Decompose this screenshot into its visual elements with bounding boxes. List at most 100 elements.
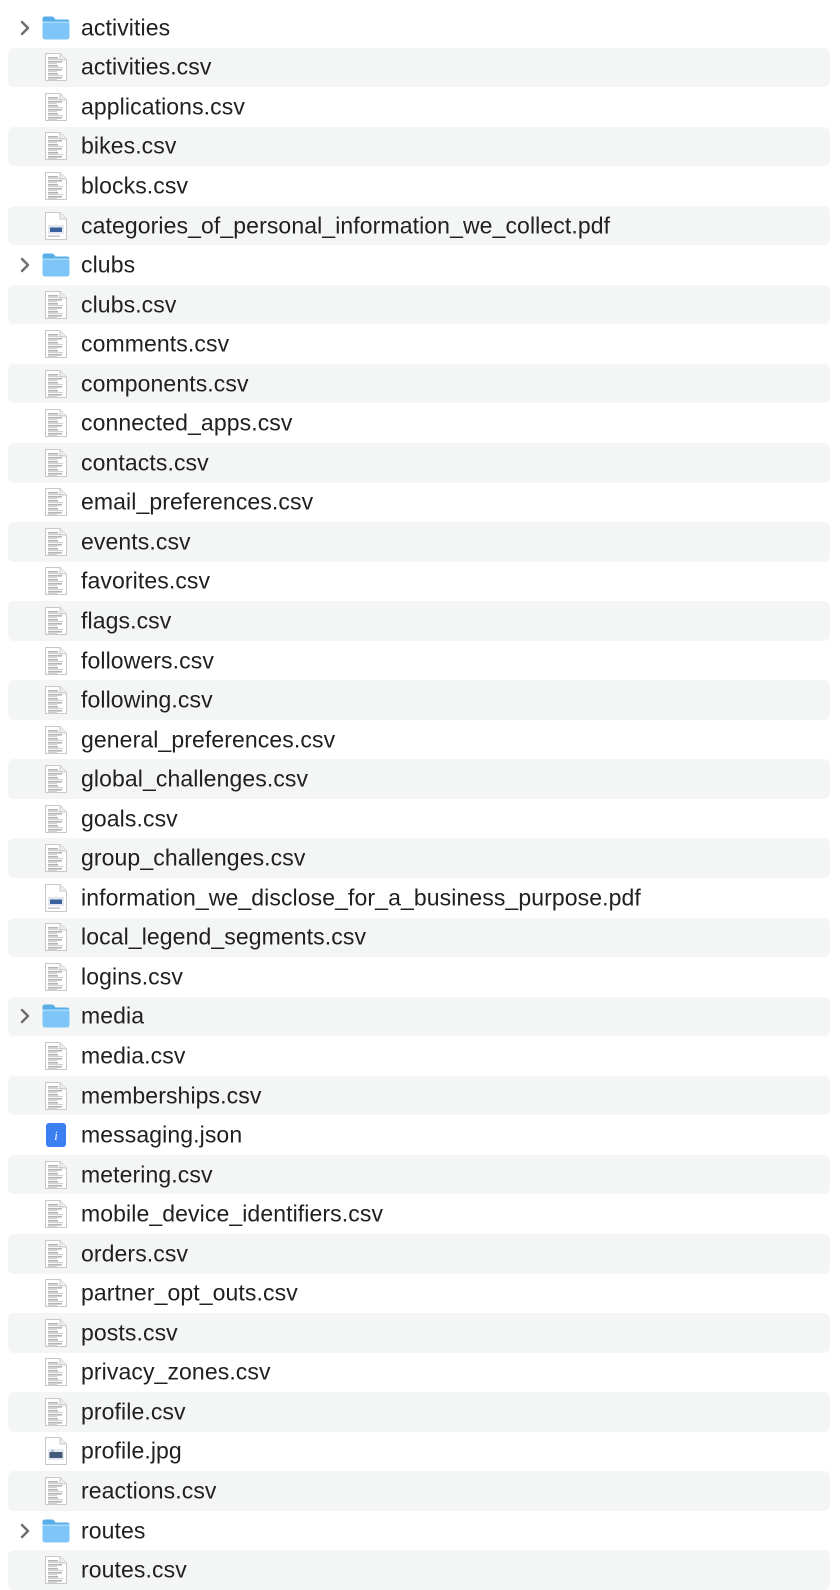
file-name: activities.csv [81, 53, 212, 80]
file-row[interactable]: privacy_zones.csv [8, 1353, 830, 1393]
file-row[interactable]: connected_apps.csv [8, 403, 830, 443]
csv-document-icon [40, 1555, 72, 1585]
csv-document-icon [40, 1476, 72, 1506]
csv-document-icon [40, 1160, 72, 1190]
csv-document-icon [40, 646, 72, 676]
file-row[interactable]: i messaging.json [8, 1115, 830, 1155]
folder-row[interactable]: routes [8, 1511, 830, 1551]
file-name: orders.csv [81, 1240, 189, 1267]
file-row[interactable]: global_challenges.csv [8, 759, 830, 799]
csv-document-icon [40, 131, 72, 161]
folder-row[interactable]: media [8, 996, 830, 1037]
csv-document-icon [40, 606, 72, 636]
file-row[interactable]: profile.jpg [8, 1432, 830, 1472]
file-row[interactable]: events.csv [8, 522, 830, 562]
file-row[interactable]: flags.csv [8, 601, 830, 641]
file-name: memberships.csv [81, 1082, 262, 1109]
file-row[interactable]: profile.csv [8, 1392, 830, 1432]
file-name: contacts.csv [81, 449, 209, 476]
file-name: general_preferences.csv [81, 726, 336, 753]
file-name: metering.csv [81, 1161, 213, 1188]
disclosure-chevron-icon[interactable] [17, 257, 33, 273]
file-row[interactable]: bikes.csv [8, 126, 830, 167]
file-row[interactable]: comments.csv [8, 324, 830, 364]
folder-icon [40, 1001, 72, 1031]
pdf-document-icon [40, 883, 72, 913]
csv-document-icon [40, 1318, 72, 1348]
file-row[interactable]: clubs.csv [8, 284, 830, 325]
file-row[interactable]: logins.csv [8, 957, 830, 997]
file-row[interactable]: followers.csv [8, 641, 830, 681]
file-name: media.csv [81, 1042, 186, 1069]
file-name: followers.csv [81, 647, 214, 674]
file-row[interactable]: local_legend_segments.csv [8, 917, 830, 958]
file-name: routes.csv [81, 1556, 187, 1583]
file-row[interactable]: partner_opt_outs.csv [8, 1274, 830, 1314]
folder-row[interactable]: activities [8, 8, 830, 48]
csv-document-icon [40, 1239, 72, 1269]
file-name: comments.csv [81, 330, 230, 357]
disclosure-chevron-icon[interactable] [17, 1008, 33, 1024]
csv-document-icon [40, 1397, 72, 1427]
file-name: privacy_zones.csv [81, 1358, 271, 1385]
file-name: routes [81, 1517, 146, 1544]
csv-document-icon [40, 566, 72, 596]
file-name: partner_opt_outs.csv [81, 1279, 298, 1306]
file-name: favorites.csv [81, 567, 211, 594]
file-name: bikes.csv [81, 132, 177, 159]
file-row[interactable]: orders.csv [8, 1233, 830, 1274]
csv-document-icon [40, 1278, 72, 1308]
csv-document-icon [40, 92, 72, 122]
file-row[interactable]: following.csv [8, 680, 830, 720]
file-row[interactable]: media.csv [8, 1036, 830, 1076]
disclosure-chevron-icon[interactable] [17, 1523, 33, 1539]
csv-document-icon [40, 171, 72, 201]
file-row[interactable]: components.csv [8, 363, 830, 404]
folder-icon [40, 13, 72, 43]
file-row[interactable]: activities.csv [8, 47, 830, 88]
file-row[interactable]: goals.csv [8, 799, 830, 839]
file-row[interactable]: general_preferences.csv [8, 720, 830, 760]
file-name: profile.csv [81, 1398, 186, 1425]
file-row[interactable]: applications.csv [8, 87, 830, 127]
file-name: local_legend_segments.csv [81, 923, 367, 950]
file-name: mobile_device_identifiers.csv [81, 1200, 384, 1227]
file-row[interactable]: group_challenges.csv [8, 838, 830, 879]
file-name: information_we_disclose_for_a_business_p… [81, 884, 641, 911]
file-row[interactable]: contacts.csv [8, 443, 830, 483]
file-name: global_challenges.csv [81, 765, 309, 792]
file-row[interactable]: information_we_disclose_for_a_business_p… [8, 878, 830, 918]
folder-icon [40, 1516, 72, 1546]
file-list: activities activities.csv applications.csv… [0, 8, 840, 1590]
file-row[interactable]: posts.csv [8, 1313, 830, 1353]
file-row[interactable]: favorites.csv [8, 562, 830, 602]
folder-icon [40, 250, 72, 280]
file-row[interactable]: reactions.csv [8, 1471, 830, 1511]
file-name: posts.csv [81, 1319, 178, 1346]
file-row[interactable]: metering.csv [8, 1154, 830, 1195]
file-name: clubs [81, 251, 136, 278]
csv-document-icon [40, 448, 72, 478]
disclosure-chevron-icon[interactable] [17, 20, 33, 36]
csv-document-icon [40, 408, 72, 438]
file-row[interactable]: memberships.csv [8, 1075, 830, 1116]
csv-document-icon [40, 1357, 72, 1387]
csv-document-icon [40, 1199, 72, 1229]
file-name: messaging.json [81, 1121, 243, 1148]
csv-document-icon [40, 527, 72, 557]
file-name: email_preferences.csv [81, 488, 314, 515]
folder-row[interactable]: clubs [8, 245, 830, 285]
file-name: profile.jpg [81, 1437, 182, 1464]
file-row[interactable]: blocks.csv [8, 166, 830, 206]
file-row[interactable]: routes.csv [8, 1550, 830, 1590]
file-name: categories_of_personal_information_we_co… [81, 212, 611, 238]
csv-document-icon [40, 685, 72, 715]
file-row[interactable]: mobile_device_identifiers.csv [8, 1194, 830, 1234]
file-name: blocks.csv [81, 172, 189, 199]
csv-document-icon [40, 843, 72, 873]
file-row[interactable]: email_preferences.csv [8, 483, 830, 523]
json-document-icon: i [40, 1120, 72, 1150]
file-name: flags.csv [81, 607, 172, 634]
csv-document-icon [40, 725, 72, 755]
file-row[interactable]: categories_of_personal_information_we_co… [8, 205, 830, 246]
